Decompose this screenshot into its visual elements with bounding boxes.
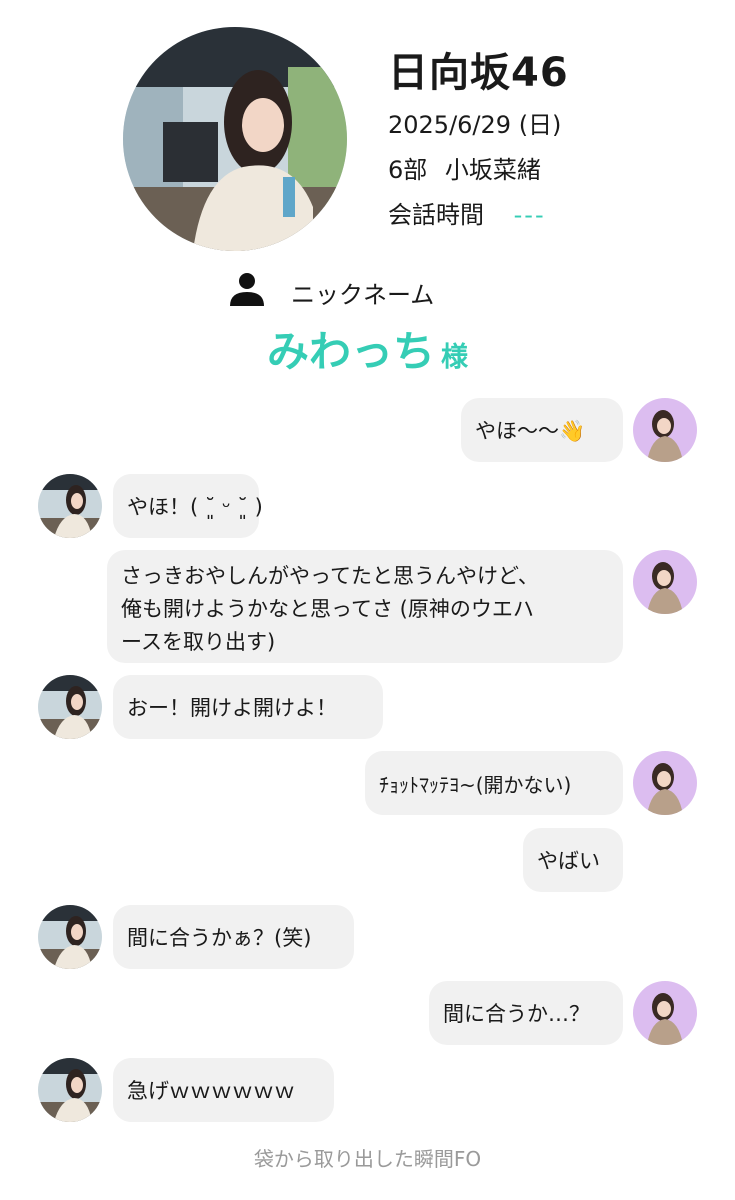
message-line: さっきおやしんがやってたと思うんやけど、 xyxy=(121,564,539,588)
chat-bubble-member: 急げｗｗｗｗｗｗ xyxy=(113,1058,334,1122)
message-line: 俺も開けようかなと思ってさ (原神のウエハ xyxy=(121,597,534,621)
member-avatar xyxy=(38,675,102,739)
fan-avatar xyxy=(633,981,697,1045)
group-name: 日向坂46 xyxy=(388,50,569,96)
chat-bubble-fan: ﾁｮｯﾄﾏｯﾃﾖ~(開かない) xyxy=(365,751,623,815)
nickname-honorific: 様 xyxy=(441,342,468,373)
footer-caption: 袋から取り出した瞬間FO xyxy=(253,1147,482,1171)
nickname-value: みわっち xyxy=(266,327,435,376)
chat-bubble-fan: さっきおやしんがやってたと思うんやけど、 俺も開けようかなと思ってさ (原神のウ… xyxy=(107,550,623,663)
member-name: 小坂菜緒 xyxy=(444,156,541,184)
talk-time-label: 会話時間 xyxy=(388,201,484,229)
member-avatar xyxy=(38,1058,102,1122)
session-member-row: 6部 小坂菜緒 xyxy=(388,150,541,185)
chat-bubble-member: おー！開けよ開けよ！ xyxy=(113,675,383,739)
talk-time-row: 会話時間 --- xyxy=(388,195,546,230)
nickname-display: みわっち様 xyxy=(0,318,735,379)
chat-bubble-fan: やほ〜〜👋 xyxy=(461,398,623,462)
event-date: 2025/6/29 (日) xyxy=(388,111,562,139)
chat-bubble-member: 間に合うかぁ？(笑) xyxy=(113,905,354,969)
message-line: ースを取り出す) xyxy=(121,630,276,654)
nickname-label: ニックネーム xyxy=(291,281,435,309)
fan-avatar xyxy=(633,751,697,815)
member-avatar xyxy=(38,474,102,538)
fan-avatar xyxy=(633,550,697,614)
person-icon xyxy=(230,273,264,306)
talk-time-value: --- xyxy=(513,201,546,229)
chat-bubble-fan: 間に合うか…？ xyxy=(429,981,623,1045)
fan-avatar xyxy=(633,398,697,462)
member-avatar xyxy=(38,905,102,969)
chat-bubble-fan: やばい xyxy=(523,828,623,892)
session-number: 6部 xyxy=(388,156,428,184)
chat-bubble-member: やほ！( ˘͈ ᵕ ˘͈ ) xyxy=(113,474,263,538)
member-profile-photo xyxy=(123,27,347,251)
